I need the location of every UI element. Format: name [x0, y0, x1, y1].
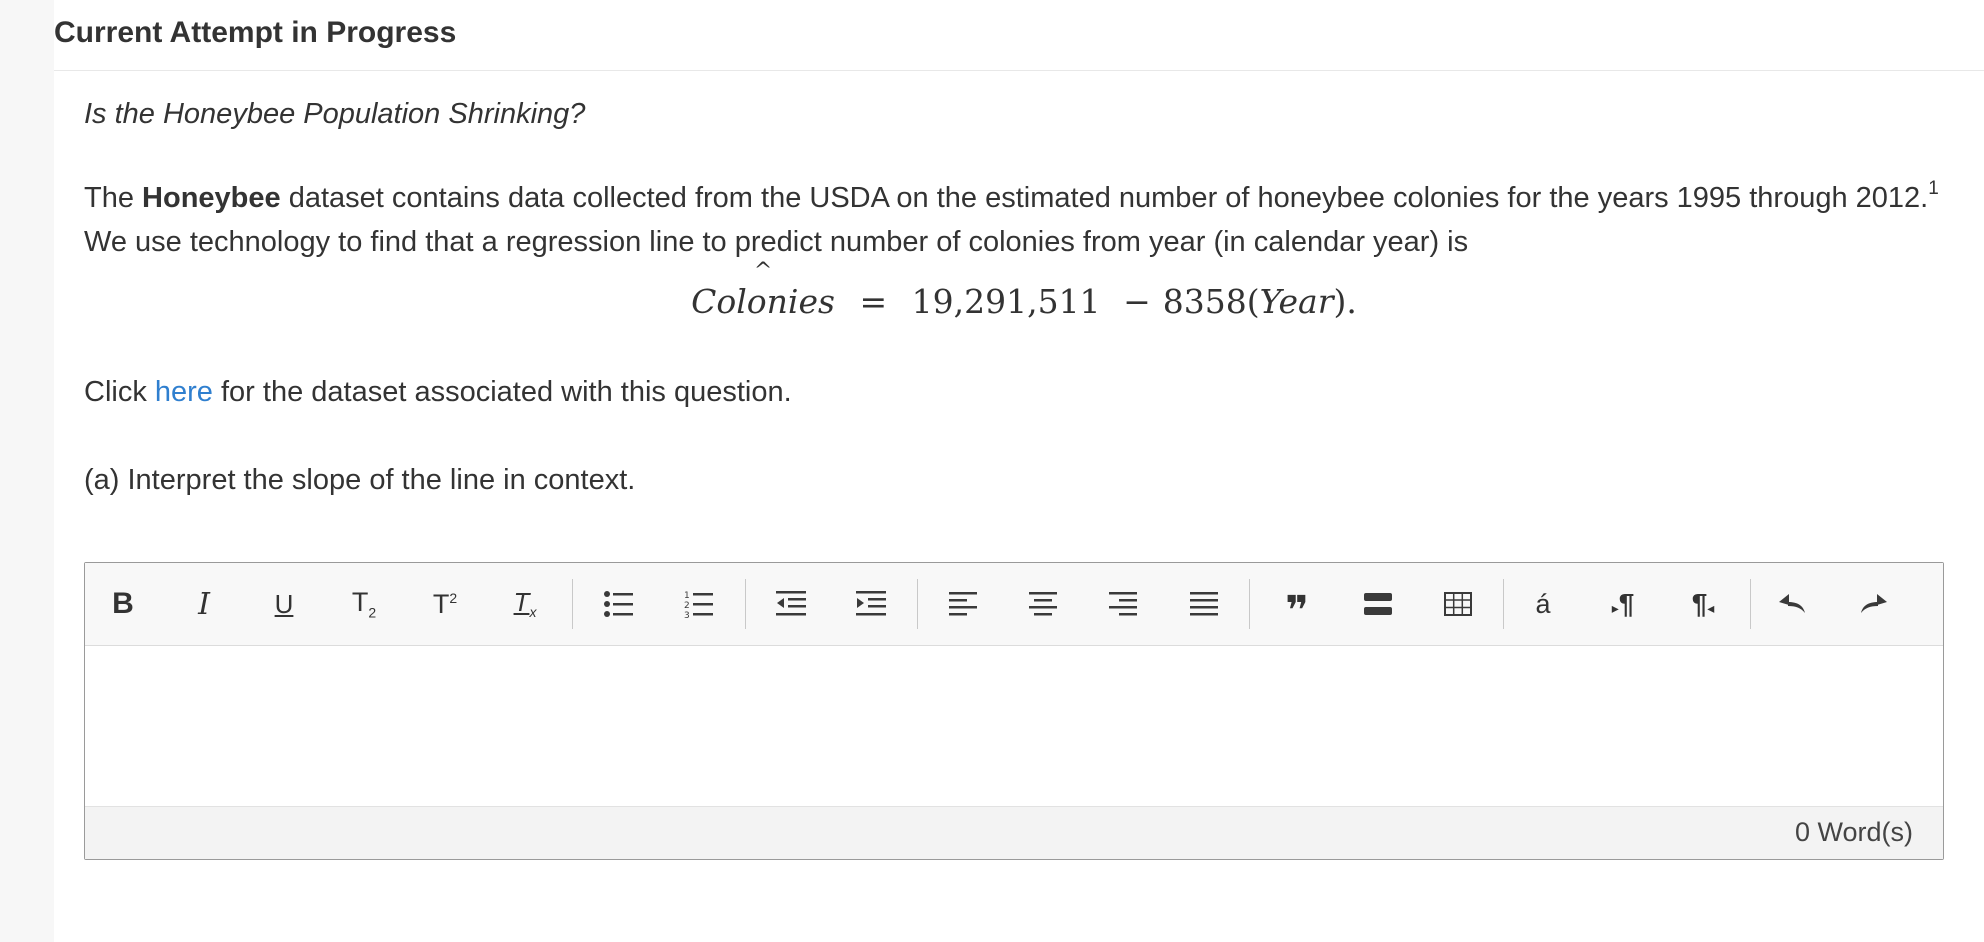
toolbar-divider — [572, 579, 573, 629]
toolbar-divider — [1249, 579, 1250, 629]
justify-button[interactable] — [1176, 577, 1232, 631]
numbered-list-button[interactable]: 1 2 3 — [671, 577, 727, 631]
accent-character-icon: á — [1535, 588, 1551, 619]
open-paren: ( — [1246, 282, 1260, 321]
part-a-prompt: (a) Interpret the slope of the line in c… — [84, 464, 636, 496]
intro-suffix: We use technology to find that a regress… — [84, 226, 1469, 258]
clear-formatting-button[interactable]: Tx — [497, 577, 553, 631]
outdent-button[interactable] — [763, 577, 819, 631]
align-center-button[interactable] — [1015, 577, 1071, 631]
align-left-icon — [949, 592, 977, 616]
rtl-direction-button[interactable]: ¶◂ — [1675, 577, 1731, 631]
superscript-button[interactable]: T2 — [417, 577, 473, 631]
insert-table-button[interactable] — [1430, 577, 1486, 631]
ltr-paragraph-icon: ▸¶ — [1611, 588, 1635, 619]
editor-toolbar: B I U T2 T2 Tx 1 2 3 ❞ á ▸¶ ¶◂ — [85, 563, 1943, 646]
justify-icon — [1190, 592, 1218, 616]
blockquote-button[interactable]: ❞ — [1269, 577, 1325, 631]
answer-text-area[interactable] — [85, 646, 1943, 806]
indent-icon — [856, 591, 886, 616]
svg-text:2: 2 — [684, 601, 690, 611]
page-title: Current Attempt in Progress — [54, 16, 457, 49]
toolbar-divider — [917, 579, 918, 629]
editor-status-bar: 0 Word(s) — [85, 806, 1943, 859]
dataset-link-line: Click here for the dataset associated wi… — [84, 370, 792, 414]
close-paren: ). — [1333, 282, 1357, 321]
indent-button[interactable] — [843, 577, 899, 631]
undo-icon — [1779, 594, 1805, 613]
align-left-button[interactable] — [935, 577, 991, 631]
table-icon — [1444, 592, 1472, 616]
underline-icon: U — [274, 588, 294, 619]
svg-text:1: 1 — [684, 591, 690, 601]
intro-prefix: The — [84, 182, 143, 214]
align-right-icon — [1109, 592, 1137, 616]
underline-button[interactable]: U — [256, 577, 312, 631]
superscript-icon: T2 — [432, 588, 458, 619]
intro-mid: dataset contains data collected from the… — [280, 182, 1929, 214]
align-right-button[interactable] — [1095, 577, 1151, 631]
regression-equation: Colonies ^ = 19,291,511 −8358(Year). — [84, 259, 1964, 324]
toolbar-divider — [1503, 579, 1504, 629]
horizontal-rule-button[interactable] — [1350, 577, 1406, 631]
question-title: Is the Honeybee Population Shrinking? — [84, 98, 586, 130]
bold-button[interactable]: B — [95, 577, 151, 631]
rtl-paragraph-icon: ¶◂ — [1691, 588, 1715, 619]
equals-sign: = — [859, 282, 888, 321]
toolbar-divider — [745, 579, 746, 629]
slope-value: 8358 — [1162, 282, 1247, 321]
response-variable: Colonies ^ — [691, 259, 835, 324]
outdent-icon — [776, 591, 806, 616]
redo-icon — [1861, 594, 1887, 613]
undo-button[interactable] — [1765, 577, 1821, 631]
word-count: 0 Word(s) — [1794, 817, 1913, 847]
align-center-icon — [1029, 592, 1057, 616]
redo-button[interactable] — [1845, 577, 1901, 631]
bold-icon: B — [112, 587, 134, 620]
rich-text-editor: B I U T2 T2 Tx 1 2 3 ❞ á ▸¶ ¶◂ 0 Word(s) — [84, 562, 1944, 860]
intercept-value: 19,291,511 — [911, 282, 1101, 321]
subscript-icon: T2 — [351, 587, 377, 621]
click-suffix: for the dataset associated with this que… — [212, 376, 792, 408]
attempt-header: Current Attempt in Progress — [54, 10, 1984, 71]
ltr-direction-button[interactable]: ▸¶ — [1595, 577, 1651, 631]
bulleted-list-button[interactable] — [591, 577, 647, 631]
quote-icon: ❞ — [1285, 589, 1309, 633]
clear-formatting-icon: Tx — [513, 587, 537, 621]
subscript-button[interactable]: T2 — [336, 577, 392, 631]
toolbar-divider — [1750, 579, 1751, 629]
italic-icon: I — [198, 586, 210, 622]
special-characters-button[interactable]: á — [1515, 577, 1571, 631]
page: Current Attempt in Progress Is the Honey… — [54, 0, 1984, 942]
svg-text:3: 3 — [684, 611, 690, 619]
italic-button[interactable]: I — [176, 577, 232, 631]
bulleted-list-icon — [604, 591, 633, 617]
numbered-list-icon: 1 2 3 — [684, 591, 713, 619]
hat-symbol: ^ — [753, 259, 773, 284]
minus-sign: − — [1123, 282, 1151, 321]
dataset-name: Honeybee — [142, 182, 281, 214]
horizontal-rule-icon — [1364, 593, 1392, 615]
footnote-marker: 1 — [1928, 178, 1939, 200]
left-gutter — [0, 0, 54, 942]
question-intro: The Honeybee dataset contains data colle… — [84, 176, 1964, 264]
dataset-link[interactable]: here — [155, 376, 213, 408]
click-prefix: Click — [84, 376, 155, 408]
predictor-label: Year — [1259, 282, 1334, 321]
